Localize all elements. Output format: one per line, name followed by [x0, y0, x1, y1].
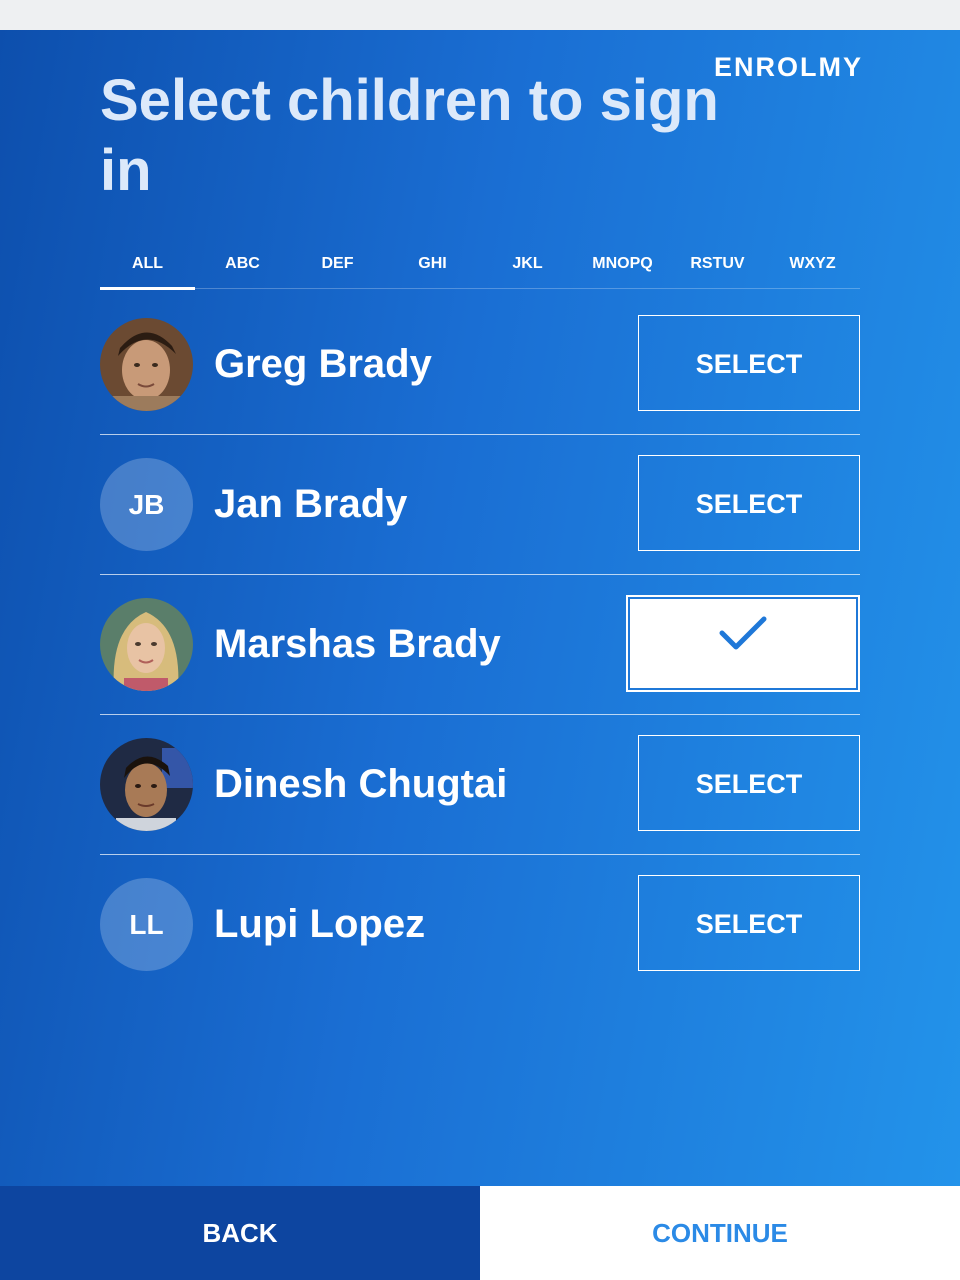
back-button[interactable]: BACK — [0, 1186, 480, 1280]
sign-in-screen: ENROLMY Select children to sign in ALL A… — [0, 30, 960, 1186]
tab-all[interactable]: ALL — [100, 248, 195, 290]
avatar-photo — [100, 738, 193, 831]
continue-button[interactable]: CONTINUE — [480, 1186, 960, 1280]
tab-rstuv[interactable]: RSTUV — [670, 248, 765, 288]
select-button[interactable]: SELECT — [638, 315, 860, 411]
tab-def[interactable]: DEF — [290, 248, 385, 288]
footer-actions: BACK CONTINUE — [0, 1186, 960, 1280]
child-name: Dinesh Chugtai — [214, 762, 508, 806]
tab-mnopq[interactable]: MNOPQ — [575, 248, 670, 288]
list-item: LL Lupi Lopez SELECT — [100, 855, 860, 994]
child-name: Lupi Lopez — [214, 902, 426, 946]
list-item: Dinesh Chugtai SELECT — [100, 715, 860, 855]
children-list: Greg Brady SELECT JB Jan Brady SELECT Ma… — [100, 295, 860, 994]
avatar-photo — [100, 598, 193, 691]
select-button[interactable]: SELECT — [638, 875, 860, 971]
page-title: Select children to sign in — [100, 68, 719, 203]
tab-jkl[interactable]: JKL — [480, 248, 575, 288]
alphabet-filter-tabs: ALL ABC DEF GHI JKL MNOPQ RSTUV WXYZ — [100, 248, 860, 290]
enrolmy-logo: ENROLMY — [714, 52, 863, 82]
tab-wxyz[interactable]: WXYZ — [765, 248, 860, 288]
select-button[interactable]: SELECT — [638, 455, 860, 551]
child-name: Marshas Brady — [214, 622, 501, 666]
child-name: Jan Brady — [214, 482, 408, 526]
checkmark-icon — [718, 596, 768, 692]
select-button[interactable]: SELECT — [638, 735, 860, 831]
tab-ghi[interactable]: GHI — [385, 248, 480, 288]
list-item: Greg Brady SELECT — [100, 295, 860, 435]
tab-abc[interactable]: ABC — [195, 248, 290, 288]
child-name: Greg Brady — [214, 342, 432, 386]
selected-button[interactable] — [626, 595, 860, 692]
list-item: Marshas Brady — [100, 575, 860, 715]
list-item: JB Jan Brady SELECT — [100, 435, 860, 575]
avatar-photo — [100, 318, 193, 411]
status-bar — [0, 0, 960, 30]
avatar-initials: LL — [100, 878, 193, 971]
avatar-initials: JB — [100, 458, 193, 551]
